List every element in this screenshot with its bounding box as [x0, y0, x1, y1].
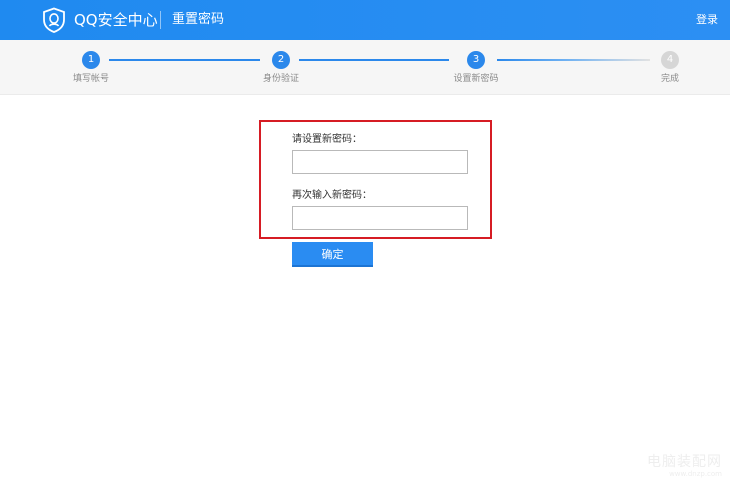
- step-4-label: 完成: [660, 74, 680, 84]
- step-1-circle: 1: [82, 51, 100, 69]
- new-password-input[interactable]: [292, 150, 468, 174]
- qq-shield-icon: [43, 7, 65, 33]
- new-password-label: 请设置新密码：: [292, 134, 362, 145]
- step-connector-1: [109, 59, 260, 61]
- watermark: 电脑装配网 www.dnzp.com: [647, 454, 722, 479]
- step-2-circle: 2: [272, 51, 290, 69]
- step-connector-3: [497, 59, 650, 61]
- step-4-circle: 4: [661, 51, 679, 69]
- step-3-label: 设置新密码: [453, 74, 499, 84]
- page-title: 重置密码: [172, 12, 225, 27]
- watermark-text: 电脑装配网: [647, 454, 722, 470]
- confirm-button[interactable]: 确定: [292, 242, 373, 267]
- progress-steps: 1 2 3 4 填写帐号 身份验证 设置新密码 完成: [0, 40, 730, 95]
- confirm-password-input[interactable]: [292, 206, 468, 230]
- step-1-label: 填写帐号: [72, 74, 110, 84]
- step-3-circle: 3: [467, 51, 485, 69]
- step-connector-2: [299, 59, 449, 61]
- login-link[interactable]: 登录: [696, 12, 718, 28]
- step-2-label: 身份验证: [262, 74, 300, 84]
- header-divider: [160, 11, 161, 29]
- brand-title: QQ安全中心: [74, 11, 158, 29]
- confirm-password-label: 再次输入新密码：: [292, 190, 372, 201]
- watermark-url: www.dnzp.com: [669, 470, 722, 478]
- top-header: QQ安全中心 重置密码 登录: [0, 0, 730, 40]
